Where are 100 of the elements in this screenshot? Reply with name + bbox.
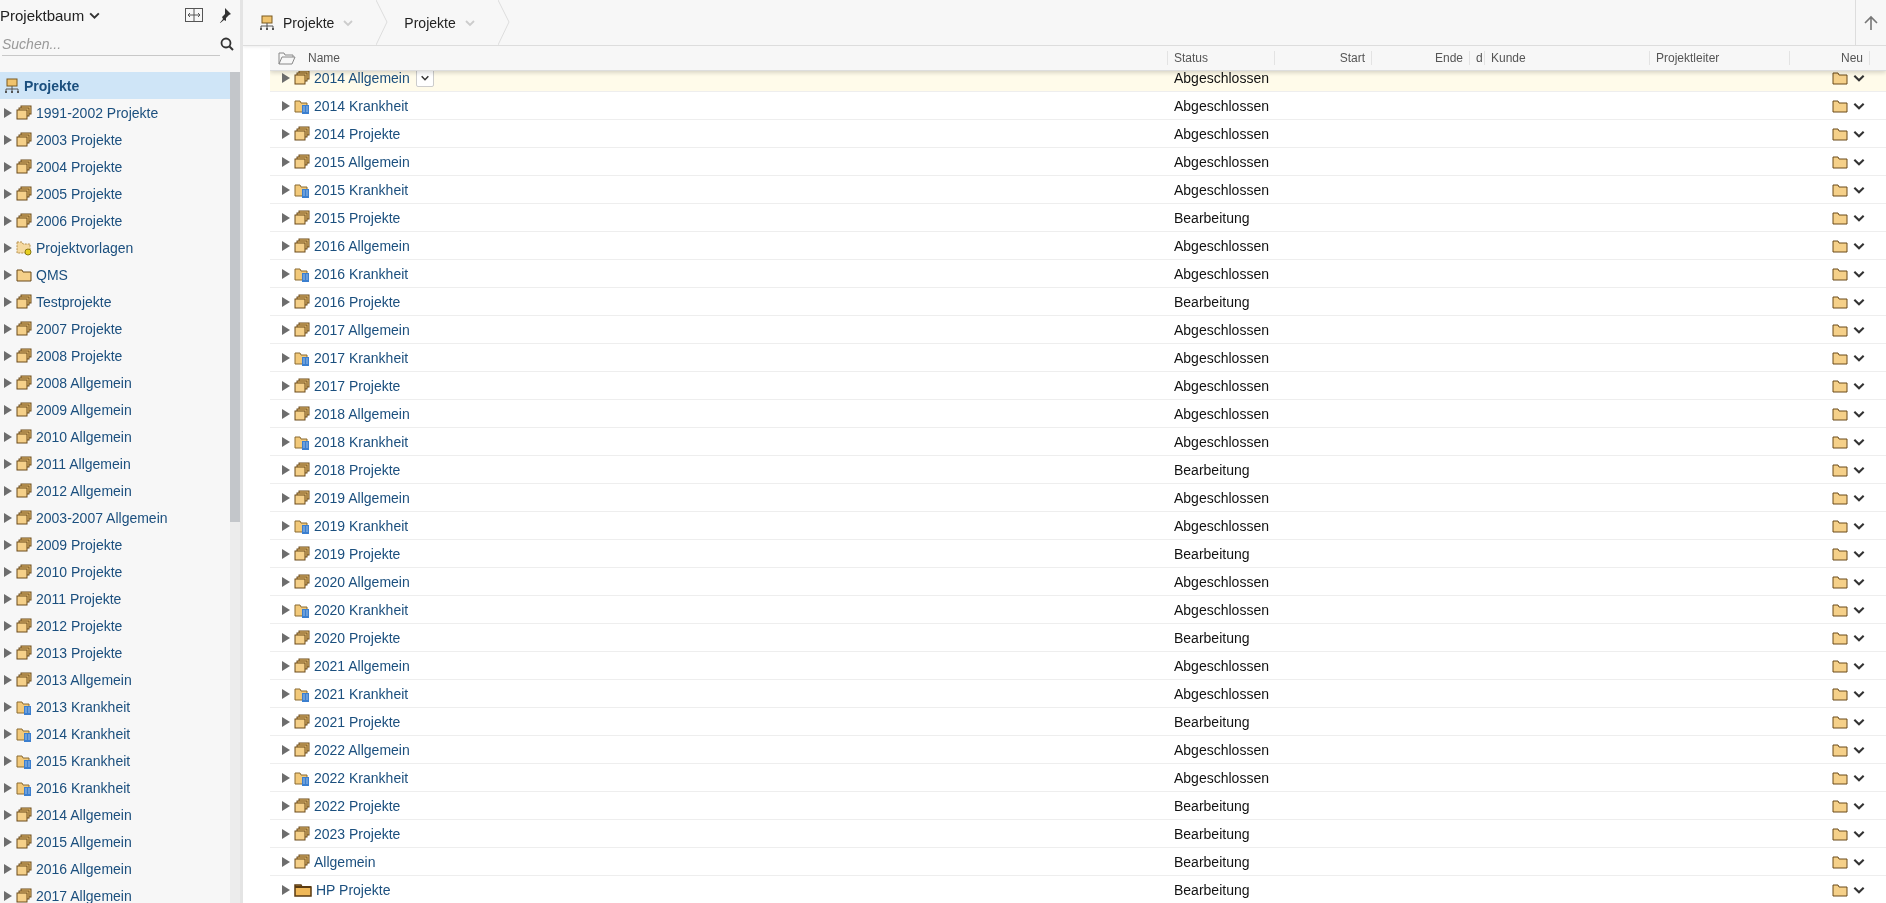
expand-arrow-icon[interactable] xyxy=(282,548,290,559)
expand-arrow-icon[interactable] xyxy=(4,728,12,739)
expand-arrow-icon[interactable] xyxy=(282,800,290,811)
tree-item[interactable]: 2004 Projekte xyxy=(0,153,230,180)
tree-item[interactable]: 2014 Krankheit xyxy=(0,720,230,747)
expand-arrow-icon[interactable] xyxy=(282,772,290,783)
tree-item[interactable]: 2016 Krankheit xyxy=(0,774,230,801)
expand-arrow-icon[interactable] xyxy=(4,755,12,766)
expand-arrow-icon[interactable] xyxy=(4,593,12,604)
project-link[interactable]: 2017 Projekte xyxy=(314,377,401,394)
expand-arrow-icon[interactable] xyxy=(4,107,12,118)
tree-item[interactable]: 2005 Projekte xyxy=(0,180,230,207)
column-header[interactable]: Name xyxy=(302,51,1168,65)
tree-item[interactable]: 2016 Allgemein xyxy=(0,855,230,882)
expand-arrow-icon[interactable] xyxy=(4,431,12,442)
expand-arrow-icon[interactable] xyxy=(282,716,290,727)
expand-arrow-icon[interactable] xyxy=(282,380,290,391)
project-link[interactable]: 2019 Krankheit xyxy=(314,517,409,534)
new-button[interactable] xyxy=(1832,770,1848,785)
expand-arrow-icon[interactable] xyxy=(282,660,290,671)
project-link[interactable]: 2016 Allgemein xyxy=(314,237,410,254)
expand-arrow-icon[interactable] xyxy=(4,647,12,658)
new-button[interactable] xyxy=(1832,574,1848,589)
expand-arrow-icon[interactable] xyxy=(282,128,290,139)
expand-arrow-icon[interactable] xyxy=(282,520,290,531)
new-button[interactable] xyxy=(1832,71,1848,85)
project-link[interactable]: 2019 Projekte xyxy=(314,545,401,562)
expand-arrow-icon[interactable] xyxy=(4,620,12,631)
new-button[interactable] xyxy=(1832,126,1848,141)
expand-arrow-icon[interactable] xyxy=(282,632,290,643)
new-button[interactable] xyxy=(1832,798,1848,813)
tree-item[interactable]: 2007 Projekte xyxy=(0,315,230,342)
column-header[interactable]: d xyxy=(1470,51,1485,65)
expand-arrow-icon[interactable] xyxy=(4,674,12,685)
tree-item[interactable]: 2008 Projekte xyxy=(0,342,230,369)
tree-item[interactable]: 2015 Allgemein xyxy=(0,828,230,855)
tree-item[interactable]: 2012 Projekte xyxy=(0,612,230,639)
new-button[interactable] xyxy=(1832,686,1848,701)
expand-arrow-icon[interactable] xyxy=(282,156,290,167)
project-link[interactable]: 2021 Projekte xyxy=(314,713,401,730)
project-link[interactable]: 2014 Projekte xyxy=(314,125,401,142)
expand-arrow-icon[interactable] xyxy=(282,352,290,363)
tree-item[interactable]: 2013 Allgemein xyxy=(0,666,230,693)
tree-item[interactable]: 2015 Krankheit xyxy=(0,747,230,774)
expand-arrow-icon[interactable] xyxy=(4,161,12,172)
project-link[interactable]: 2020 Allgemein xyxy=(314,573,410,590)
expand-arrow-icon[interactable] xyxy=(4,512,12,523)
tree-selector[interactable]: Projektbaum xyxy=(0,6,176,24)
tree-item[interactable]: 2011 Projekte xyxy=(0,585,230,612)
project-link[interactable]: 2018 Krankheit xyxy=(314,433,409,450)
expand-arrow-icon[interactable] xyxy=(282,464,290,475)
expand-arrow-icon[interactable] xyxy=(4,269,12,280)
expand-arrow-icon[interactable] xyxy=(282,240,290,251)
project-link[interactable]: 2022 Projekte xyxy=(314,797,401,814)
expand-arrow-icon[interactable] xyxy=(282,492,290,503)
tree-item[interactable]: 2013 Krankheit xyxy=(0,693,230,720)
tree-item[interactable]: QMS xyxy=(0,261,230,288)
expand-arrow-icon[interactable] xyxy=(282,744,290,755)
new-button[interactable] xyxy=(1832,490,1848,505)
expand-arrow-icon[interactable] xyxy=(282,296,290,307)
new-button[interactable] xyxy=(1832,546,1848,561)
new-button[interactable] xyxy=(1832,826,1848,841)
new-button[interactable] xyxy=(1832,462,1848,477)
new-button[interactable] xyxy=(1832,882,1848,897)
expand-arrow-icon[interactable] xyxy=(282,100,290,111)
new-button[interactable] xyxy=(1832,658,1848,673)
expand-arrow-icon[interactable] xyxy=(4,890,12,901)
new-button[interactable] xyxy=(1832,630,1848,645)
search-field[interactable]: Suchen... xyxy=(2,32,220,56)
new-button[interactable] xyxy=(1832,294,1848,309)
expand-arrow-icon[interactable] xyxy=(282,268,290,279)
expand-arrow-icon[interactable] xyxy=(4,539,12,550)
new-button[interactable] xyxy=(1832,266,1848,281)
expand-arrow-icon[interactable] xyxy=(282,212,290,223)
expand-arrow-icon[interactable] xyxy=(282,884,290,895)
tree-item[interactable]: 2017 Allgemein xyxy=(0,882,230,903)
expand-arrow-icon[interactable] xyxy=(282,324,290,335)
project-link[interactable]: 2020 Krankheit xyxy=(314,601,409,618)
expand-arrow-icon[interactable] xyxy=(4,350,12,361)
table-row[interactable]: 2014 Allgemein Abgeschlossen xyxy=(270,71,1886,92)
tree-item[interactable]: 2012 Allgemein xyxy=(0,477,230,504)
breadcrumb-item[interactable]: Projekte xyxy=(243,0,377,45)
project-link[interactable]: 2020 Projekte xyxy=(314,629,401,646)
new-button[interactable] xyxy=(1832,518,1848,533)
expand-arrow-icon[interactable] xyxy=(282,72,290,83)
project-link[interactable]: 2016 Projekte xyxy=(314,293,401,310)
new-button[interactable] xyxy=(1832,238,1848,253)
tree-item[interactable]: 2011 Allgemein xyxy=(0,450,230,477)
expand-arrow-icon[interactable] xyxy=(4,188,12,199)
project-link[interactable]: 2014 Allgemein xyxy=(314,71,410,86)
expand-arrow-icon[interactable] xyxy=(282,408,290,419)
expand-arrow-icon[interactable] xyxy=(4,134,12,145)
project-link[interactable]: 2018 Projekte xyxy=(314,461,401,478)
tree-item[interactable]: Testprojekte xyxy=(0,288,230,315)
new-button[interactable] xyxy=(1832,434,1848,449)
scrollbar-thumb[interactable] xyxy=(230,72,240,522)
new-button[interactable] xyxy=(1832,98,1848,113)
new-button[interactable] xyxy=(1832,210,1848,225)
new-button[interactable] xyxy=(1832,322,1848,337)
tree-item[interactable]: 2010 Projekte xyxy=(0,558,230,585)
